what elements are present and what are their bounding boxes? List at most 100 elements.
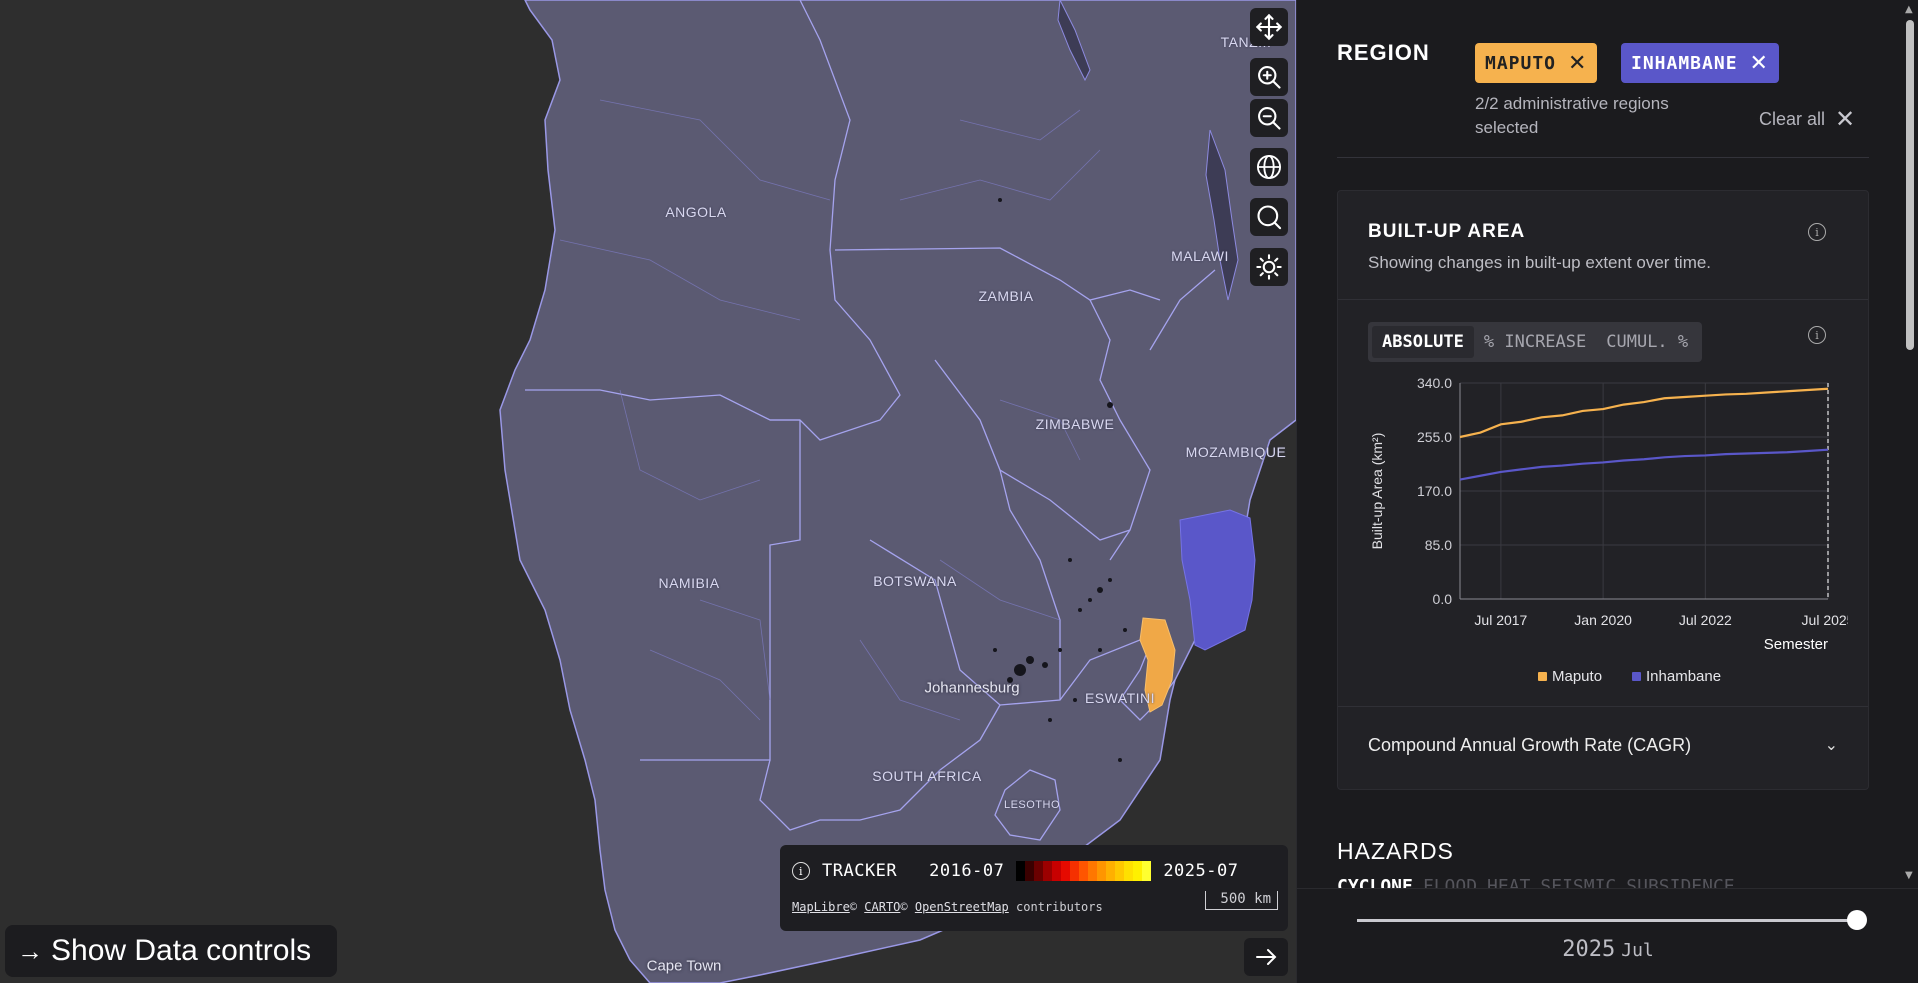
tracker-colorbar — [1016, 861, 1152, 881]
y-tick-label: 0.0 — [1433, 591, 1453, 607]
label-lesotho: LESOTHO — [1003, 799, 1061, 811]
divider — [1338, 706, 1868, 707]
timeline-year: 2025 — [1562, 937, 1616, 962]
built-up-area-card: BUILT-UP AREA Showing changes in built-u… — [1337, 190, 1869, 790]
legend-swatch-maputo — [1538, 672, 1547, 681]
map-attribution: MapLibre© CARTO© OpenStreetMap contribut… — [792, 900, 1103, 914]
tab-pct-increase[interactable]: % INCREASE — [1474, 326, 1596, 358]
pan-button[interactable] — [1250, 8, 1288, 46]
hazards-title: HAZARDS — [1337, 838, 1454, 864]
copyright-symbol: © — [900, 900, 908, 914]
info-icon[interactable]: i — [1808, 223, 1826, 241]
chip-label: MAPUTO — [1485, 52, 1557, 74]
remove-maputo-icon[interactable]: ✕ — [1568, 51, 1587, 76]
scroll-up-icon[interactable]: ▲ — [1905, 4, 1913, 15]
divider — [1338, 299, 1868, 300]
slider-thumb[interactable] — [1847, 910, 1867, 930]
series-line-maputo — [1459, 387, 1829, 439]
y-tick-label: 85.0 — [1425, 537, 1452, 553]
theme-button[interactable] — [1250, 248, 1288, 286]
label-mozambique: MOZAMBIQUE — [1185, 444, 1287, 460]
map-canvas[interactable]: ANGOLA ZAMBIA MALAWI ZIMBABWE MOZAMBIQUE… — [0, 0, 1296, 983]
x-axis-label: Semester — [1764, 636, 1828, 653]
sun-icon — [1256, 254, 1282, 280]
colorbar-swatch — [1061, 861, 1071, 881]
info-icon[interactable]: i — [792, 862, 810, 880]
timeline-slider[interactable] — [1357, 910, 1867, 930]
region-chip-inhambane: INHAMBANE ✕ — [1621, 43, 1779, 83]
land-mass — [499, 0, 1296, 983]
y-axis-label: Built-up Area (km²) — [1369, 433, 1385, 550]
carto-link[interactable]: CARTO — [864, 900, 900, 914]
legend-label-maputo: Maputo — [1552, 668, 1602, 685]
map-scale: 500 km — [1205, 891, 1278, 910]
arrow-right-icon — [1256, 949, 1277, 965]
legend-label-inhambane: Inhambane — [1646, 668, 1721, 685]
built-up-chart: 0.0 85.0 170.0 255.0 340.0 Jul 2017 Jan 2020 Ju… — [1369, 375, 1848, 685]
label-botswana: BOTSWANA — [873, 573, 957, 589]
globe-icon — [1256, 154, 1282, 180]
globe-button[interactable] — [1250, 148, 1288, 186]
colorbar-swatch — [1133, 861, 1143, 881]
zoom-in-button[interactable] — [1250, 58, 1288, 96]
chevron-down-icon[interactable]: ⌄ — [1825, 735, 1838, 754]
label-malawi: MALAWI — [1171, 248, 1229, 264]
colorbar-swatch — [1043, 861, 1053, 881]
map-basemap — [499, 0, 1296, 983]
chip-label: INHAMBANE — [1631, 52, 1738, 74]
tracker-legend: i TRACKER 2016-07 2025-07 MapLibre© CART… — [780, 845, 1288, 931]
show-data-controls-button[interactable]: → Show Data controls — [5, 925, 337, 977]
timeline-month: Jul — [1621, 940, 1654, 961]
zoom-out-button[interactable] — [1250, 99, 1288, 137]
copyright-symbol: © — [849, 900, 858, 914]
cagr-accordion-label[interactable]: Compound Annual Growth Rate (CAGR) — [1368, 735, 1691, 756]
scrollbar-thumb[interactable] — [1906, 20, 1914, 350]
legend-swatch-inhambane — [1632, 672, 1641, 681]
colorbar-swatch — [1070, 861, 1080, 881]
remove-inhambane-icon[interactable]: ✕ — [1750, 51, 1769, 76]
tracker-label: TRACKER — [822, 861, 898, 881]
card-title: BUILT-UP AREA — [1368, 221, 1526, 242]
zoom-out-icon — [1258, 107, 1281, 130]
scroll-down-icon[interactable]: ▼ — [1905, 870, 1913, 881]
maplibre-link[interactable]: MapLibre — [792, 900, 850, 914]
tab-cumul-pct[interactable]: CUMUL. % — [1596, 326, 1698, 358]
divider — [1337, 157, 1869, 158]
colorbar-swatch — [1016, 861, 1026, 881]
timeline-date: 2025 Jul — [1297, 937, 1918, 962]
show-data-controls-label: Show Data controls — [51, 934, 312, 967]
series-line-inhambane — [1459, 448, 1829, 481]
metric-toggle: ABSOLUTE % INCREASE CUMUL. % — [1368, 322, 1703, 362]
label-south-africa: SOUTH AFRICA — [872, 768, 982, 784]
card-subtitle: Showing changes in built-up extent over … — [1368, 253, 1712, 272]
tracker-start: 2016-07 — [929, 861, 1005, 881]
colorbar-swatch — [1052, 861, 1062, 881]
next-button[interactable] — [1244, 938, 1288, 976]
colorbar-swatch — [1034, 861, 1044, 881]
timeline-bar: 2025 Jul — [1297, 888, 1918, 983]
app-root: ANGOLA ZAMBIA MALAWI ZIMBABWE MOZAMBIQUE… — [0, 0, 1918, 983]
colorbar-swatch — [1097, 861, 1107, 881]
clear-all-button[interactable]: Clear all ✕ — [1759, 105, 1855, 134]
info-icon[interactable]: i — [1808, 326, 1826, 344]
tracker-end: 2025-07 — [1163, 861, 1239, 881]
zoom-in-icon — [1258, 66, 1281, 89]
tab-absolute[interactable]: ABSOLUTE — [1372, 326, 1474, 358]
search-button[interactable] — [1250, 198, 1288, 236]
colorbar-swatch — [1142, 861, 1152, 881]
label-angola: ANGOLA — [665, 204, 727, 220]
attribution-suffix: contributors — [1016, 900, 1103, 914]
side-panel: REGION MAPUTO ✕ INHAMBANE ✕ 2/2 administ… — [1296, 0, 1918, 983]
colorbar-swatch — [1025, 861, 1035, 881]
close-icon: ✕ — [1835, 106, 1856, 133]
clear-all-label: Clear all — [1759, 109, 1826, 129]
panel-scrollbar[interactable]: ▲ ▼ — [1902, 0, 1918, 888]
y-tick-label: 170.0 — [1417, 483, 1452, 499]
osm-link[interactable]: OpenStreetMap — [915, 900, 1009, 914]
region-chip-maputo: MAPUTO ✕ — [1475, 43, 1598, 83]
search-icon — [1257, 205, 1282, 230]
colorbar-swatch — [1115, 861, 1125, 881]
label-eswatini: ESWATINI — [1084, 690, 1156, 706]
slider-fill — [1357, 919, 1857, 922]
label-zimbabwe: ZIMBABWE — [1035, 416, 1115, 432]
